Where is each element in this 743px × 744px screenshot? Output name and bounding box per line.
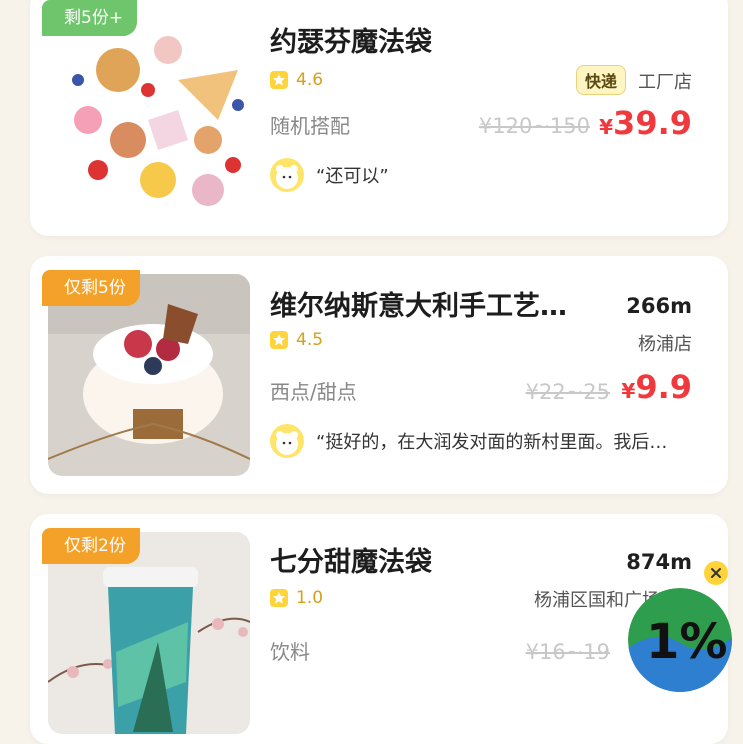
- original-price: ¥120~150: [478, 114, 590, 138]
- review: “还可以”: [270, 158, 389, 192]
- rating-value: 4.5: [296, 330, 324, 350]
- distance: 266m: [626, 294, 692, 318]
- price: ¥9.9: [621, 368, 692, 406]
- rating: 4.6: [270, 70, 323, 90]
- original-price: ¥16~19: [525, 640, 610, 664]
- rating-value: 4.6: [296, 70, 324, 90]
- product-card[interactable]: 仅剩2份 七分甜魔法袋 874m 1.0 杨浦区国和广场店 饮料 ¥16~19: [30, 514, 728, 744]
- rating: 4.5: [270, 330, 323, 350]
- star-icon: [270, 589, 288, 607]
- badge-text: 1%: [646, 614, 728, 670]
- star-icon: [270, 71, 288, 89]
- review-text: “还可以”: [316, 166, 389, 187]
- price-symbol: ¥: [621, 379, 636, 403]
- store-name: 杨浦店: [638, 334, 692, 355]
- bear-avatar-icon: [270, 158, 304, 192]
- price-symbol: ¥: [599, 115, 614, 139]
- delivery-tag: 快递: [575, 65, 626, 95]
- one-percent-badge[interactable]: 1%: [628, 588, 732, 692]
- product-title: 七分甜魔法袋: [270, 547, 432, 578]
- product-title: 维尔纳斯意大利手工艺…: [270, 291, 567, 322]
- category: 饮料: [270, 640, 310, 664]
- original-price: ¥22~25: [525, 380, 610, 404]
- review: “挺好的，在大润发对面的新村里面。我后…: [270, 424, 667, 458]
- product-image: [48, 10, 250, 212]
- star-icon: [270, 331, 288, 349]
- close-icon[interactable]: [704, 561, 728, 585]
- category: 西点/甜点: [270, 380, 357, 404]
- rating-value: 1.0: [296, 588, 324, 608]
- distance: 874m: [626, 550, 692, 574]
- price-value: 39.9: [613, 104, 692, 142]
- category: 随机搭配: [270, 114, 350, 138]
- stock-badge: 剩5份+: [42, 0, 138, 36]
- bear-avatar-icon: [270, 424, 304, 458]
- price-value: 9.9: [635, 368, 692, 406]
- stock-badge: 仅剩5份: [42, 270, 140, 306]
- product-card[interactable]: 剩5份+ 约瑟芬魔法袋 4.6 快递 工厂店 随机搭配 ¥120~150 ¥39…: [30, 0, 728, 236]
- rating: 1.0: [270, 588, 323, 608]
- product-title: 约瑟芬魔法袋: [270, 27, 432, 58]
- price: ¥39.9: [599, 104, 692, 142]
- store-name: 工厂店: [638, 72, 692, 93]
- stock-badge: 仅剩2份: [42, 528, 140, 564]
- review-text: “挺好的，在大润发对面的新村里面。我后…: [316, 432, 668, 453]
- product-card[interactable]: 仅剩5份 维尔纳斯意大利手工艺… 266m 4.5 杨浦店 西点/甜点 ¥22~…: [30, 256, 728, 494]
